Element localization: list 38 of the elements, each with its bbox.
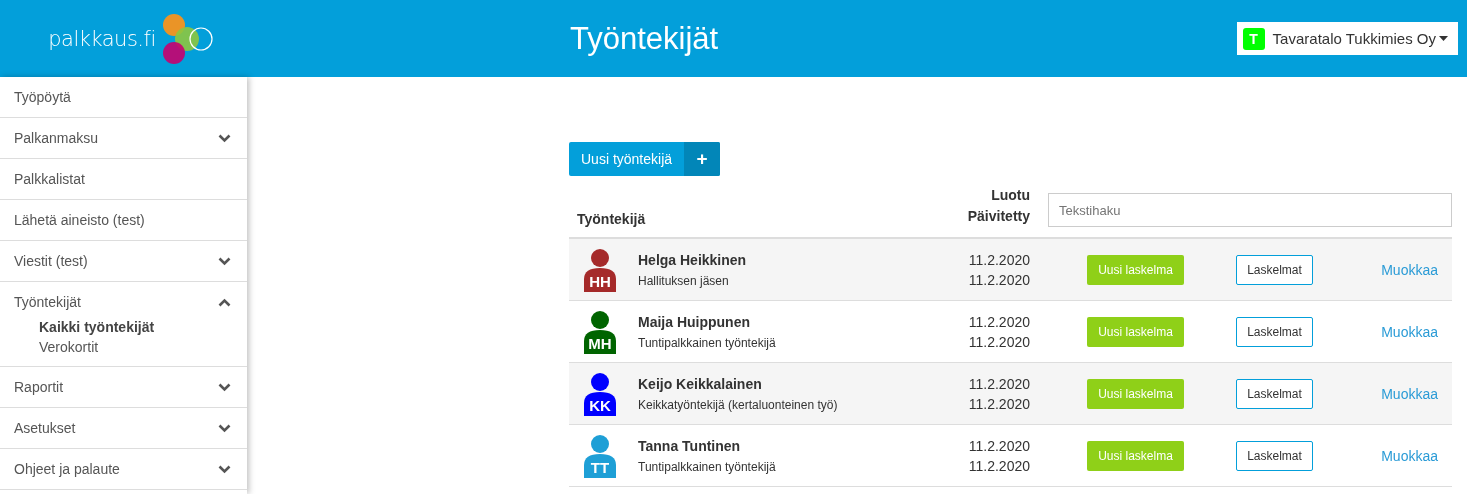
calculations-button[interactable]: Laskelmat — [1236, 440, 1313, 471]
sidebar-item[interactable]: Lähetä aineisto (test) — [0, 200, 247, 240]
sidebar-item[interactable]: Palkanmaksu — [0, 118, 247, 158]
calculations-button[interactable]: Laskelmat — [1236, 378, 1313, 409]
employee-name: Tanna Tuntinen — [638, 437, 742, 454]
calculations-button[interactable]: Laskelmat — [1236, 316, 1313, 347]
employee-name: Helga Heikkinen — [638, 251, 748, 268]
company-name: Tavaratalo Tukkimies Oy — [1272, 30, 1436, 47]
updated-date: 11.2.2020 — [968, 457, 1030, 474]
company-badge: T — [1242, 27, 1265, 50]
employee-role: Tuntipalkkainen työntekijä — [638, 459, 777, 474]
calculations-button[interactable]: Laskelmat — [1236, 254, 1313, 285]
created-date: 11.2.2020 — [968, 375, 1030, 392]
employee-name: Maija Huippunen — [638, 313, 751, 330]
submenu-item[interactable]: Verokortit — [39, 337, 247, 357]
sidebar-item[interactable]: Raportit — [0, 367, 247, 407]
new-employee-button[interactable]: Uusi työntekijä + — [569, 142, 721, 176]
employee-name: Keijo Keikkalainen — [638, 375, 763, 392]
search-field[interactable]: Tekstihaku — [1048, 193, 1452, 227]
employee-role: Hallituksen jäsen — [638, 273, 730, 288]
employee-role: Tuntipalkkainen työntekijä — [638, 335, 777, 350]
sidebar-item[interactable]: Asetukset — [0, 408, 247, 448]
sidebar-item[interactable]: Ohjeet ja palaute — [0, 449, 247, 489]
column-header: Työntekijä — [576, 211, 647, 227]
created-date: 11.2.2020 — [968, 437, 1030, 454]
updated-date: 11.2.2020 — [968, 271, 1030, 288]
page-title: Työntekijät — [570, 20, 720, 57]
sidebar-item[interactable]: Viestit (test) — [0, 241, 247, 281]
created-date: 11.2.2020 — [968, 251, 1030, 268]
sidebar-item[interactable]: Työpöytä — [0, 77, 247, 117]
updated-date: 11.2.2020 — [968, 395, 1030, 412]
caret-icon — [1439, 36, 1448, 41]
company-selector[interactable]: T Tavaratalo Tukkimies Oy — [1236, 22, 1458, 55]
column-header: Luotu Päivitetty — [966, 186, 1030, 226]
employee-role: Keikkatyöntekijä (kertaluonteinen työ) — [638, 397, 839, 412]
updated-date: 11.2.2020 — [968, 333, 1030, 350]
created-date: 11.2.2020 — [968, 313, 1030, 330]
sidebar-item[interactable]: Palkkalistat — [0, 159, 247, 199]
